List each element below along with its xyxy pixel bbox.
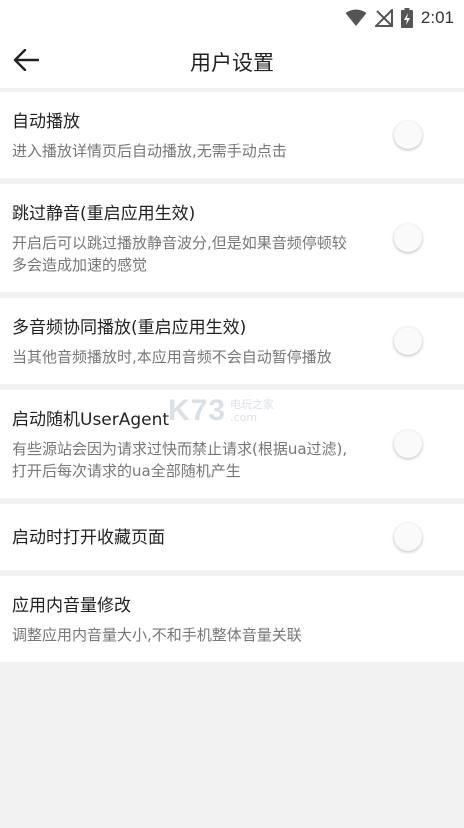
- setting-description: 当其他音频播放时,本应用音频不会自动暂停播放: [12, 348, 332, 366]
- page-title: 用户设置: [190, 51, 274, 75]
- status-bar: 2:01: [0, 0, 464, 36]
- open-favorites-toggle[interactable]: [394, 523, 422, 551]
- setting-random-useragent[interactable]: 启动随机UserAgent 有些源站会因为请求过快而禁止请求(根据ua过滤),打…: [0, 390, 464, 498]
- setting-description: 开启后可以跳过播放静音波分,但是如果音频停顿较多会造成加速的感觉: [12, 234, 347, 274]
- auto-play-toggle[interactable]: [394, 121, 422, 149]
- setting-multi-audio[interactable]: 多音频协同播放(重启应用生效) 当其他音频播放时,本应用音频不会自动暂停播放: [0, 298, 464, 384]
- setting-title: 启动时打开收藏页面: [12, 528, 165, 548]
- battery-charging-icon: [400, 8, 413, 28]
- setting-title: 启动随机UserAgent: [12, 410, 170, 430]
- app-bar: 用户设置: [0, 36, 464, 88]
- setting-auto-play[interactable]: 自动播放 进入播放详情页后自动播放,无需手动点击: [0, 92, 464, 178]
- multi-audio-toggle[interactable]: [394, 327, 422, 355]
- arrow-left-icon: [13, 48, 40, 75]
- setting-in-app-volume[interactable]: 应用内音量修改 调整应用内音量大小,不和手机整体音量关联: [0, 576, 464, 662]
- skip-silence-toggle[interactable]: [394, 224, 422, 252]
- setting-title: 跳过静音(重启应用生效): [12, 204, 196, 224]
- setting-open-favorites[interactable]: 启动时打开收藏页面: [0, 504, 464, 570]
- wifi-icon: [345, 9, 367, 27]
- setting-description: 进入播放详情页后自动播放,无需手动点击: [12, 142, 287, 160]
- setting-description: 调整应用内音量大小,不和手机整体音量关联: [12, 626, 302, 644]
- random-useragent-toggle[interactable]: [394, 430, 422, 458]
- setting-title: 多音频协同播放(重启应用生效): [12, 318, 247, 338]
- status-time: 2:01: [420, 8, 454, 27]
- setting-description: 有些源站会因为请求过快而禁止请求(根据ua过滤),打开后每次请求的ua全部随机产…: [12, 440, 348, 480]
- setting-title: 自动播放: [12, 112, 80, 132]
- settings-list: 自动播放 进入播放详情页后自动播放,无需手动点击 跳过静音(重启应用生效) 开启…: [0, 92, 464, 662]
- setting-skip-silence[interactable]: 跳过静音(重启应用生效) 开启后可以跳过播放静音波分,但是如果音频停顿较多会造成…: [0, 184, 464, 292]
- back-button[interactable]: [0, 36, 52, 88]
- setting-title: 应用内音量修改: [12, 596, 131, 616]
- no-signal-icon: [374, 9, 393, 27]
